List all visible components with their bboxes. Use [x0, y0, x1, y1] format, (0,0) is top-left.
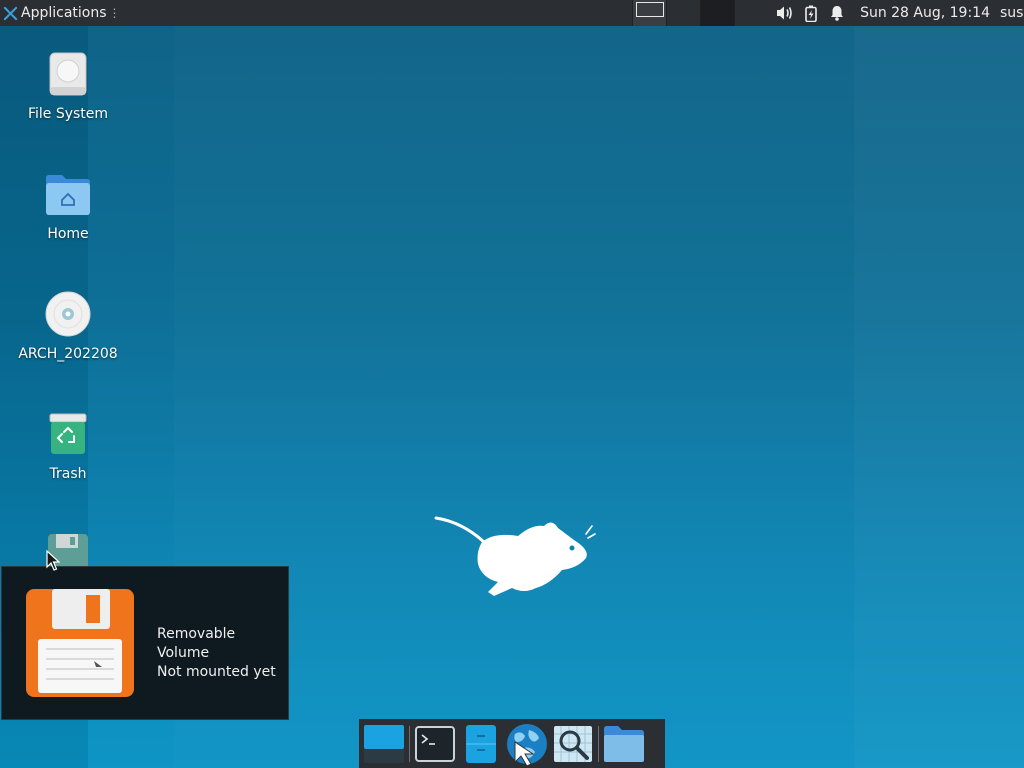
- panel-handle: ⋮: [108, 6, 121, 20]
- dock-show-desktop[interactable]: [361, 721, 407, 767]
- desktop-icon-trash[interactable]: Trash: [18, 410, 118, 482]
- background-band: [854, 26, 1024, 768]
- dock-panel: [359, 719, 665, 768]
- clock[interactable]: Sun 28 Aug, 19:14: [860, 5, 990, 21]
- volume-icon[interactable]: [772, 0, 798, 26]
- dock-file-manager[interactable]: [458, 721, 504, 767]
- floppy-disk-icon: [26, 589, 134, 697]
- workspace-3[interactable]: [700, 0, 735, 26]
- dock-terminal[interactable]: [412, 721, 458, 767]
- system-tray: [772, 0, 850, 26]
- dock-folder[interactable]: [601, 721, 647, 767]
- workspace-4[interactable]: [734, 0, 768, 26]
- xfce-logo-icon: [3, 6, 18, 20]
- desktop-icon-label: ARCH_202208: [18, 346, 118, 362]
- desktop-icon-file-system[interactable]: File System: [18, 50, 118, 122]
- desktop-icon-home[interactable]: Home: [18, 170, 118, 242]
- notification-text: Removable Volume Not mounted yet: [157, 625, 288, 682]
- web-browser-icon: [507, 723, 547, 766]
- user-menu[interactable]: sus: [1000, 5, 1024, 21]
- desktop-icon-label: Home: [47, 226, 89, 242]
- workspace-1[interactable]: [632, 0, 667, 26]
- dock-app-finder[interactable]: [550, 721, 596, 767]
- desktop-icon-label: Trash: [49, 466, 87, 482]
- xfce-mouse-logo: [434, 516, 596, 596]
- workspace-window-preview: [636, 2, 665, 17]
- desktop-icon-arch[interactable]: ARCH_202208: [18, 290, 118, 362]
- notification-body: Not mounted yet: [157, 664, 276, 680]
- notification-bell-icon[interactable]: [824, 0, 850, 26]
- applications-label: Applications: [21, 5, 107, 21]
- applications-menu-button[interactable]: Applications ⋮: [0, 0, 125, 26]
- battery-icon[interactable]: [798, 0, 824, 26]
- trash-icon: [49, 413, 87, 454]
- desktop-icon-label: File System: [27, 106, 109, 122]
- workspace-2[interactable]: [666, 0, 700, 26]
- home-folder-icon: [46, 175, 90, 215]
- notification-title: Removable Volume: [157, 626, 236, 661]
- workspace-switcher: [632, 0, 768, 26]
- drive-harddisk-icon: [49, 52, 87, 96]
- app-finder-icon: [554, 725, 592, 762]
- desktop-background[interactable]: Applications ⋮ Sun 28 Aug, 19:14 sus Fil…: [0, 0, 1024, 768]
- dock-separator: [598, 725, 599, 762]
- top-panel: Applications ⋮ Sun 28 Aug, 19:14 sus: [0, 0, 1024, 26]
- optical-disc-icon: [45, 291, 91, 337]
- notification-popup[interactable]: Removable Volume Not mounted yet: [1, 566, 289, 720]
- terminal-icon: [415, 725, 455, 762]
- file-manager-icon: [466, 724, 496, 763]
- dock-web-browser[interactable]: [504, 721, 550, 767]
- dock-separator: [409, 725, 410, 762]
- show-desktop-icon: [364, 724, 404, 763]
- folder-icon: [604, 725, 644, 762]
